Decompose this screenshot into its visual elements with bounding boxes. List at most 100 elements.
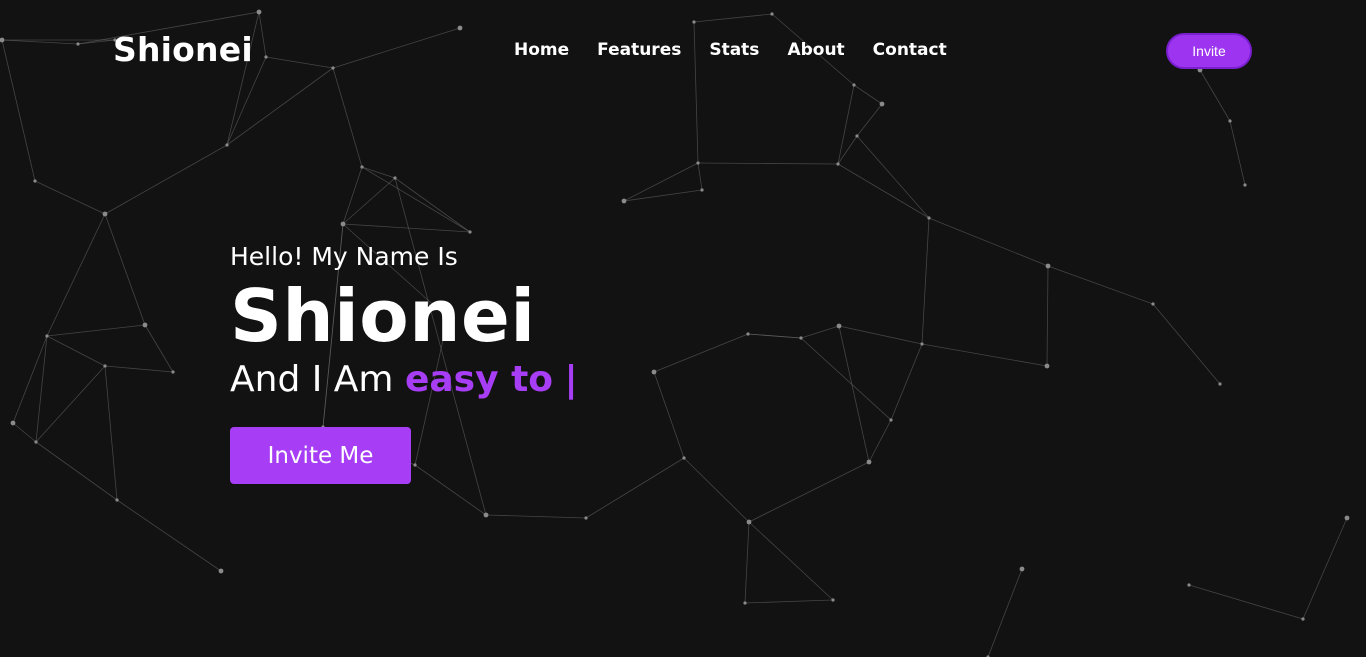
particle-link [12, 335, 48, 424]
particle-node [584, 516, 588, 520]
particle-link [104, 144, 228, 215]
particle-node [102, 211, 108, 217]
particle-node [1044, 363, 1050, 369]
particle-node [264, 55, 268, 59]
particle-node [852, 83, 856, 87]
particle-node [393, 176, 397, 180]
particle-node [621, 198, 627, 204]
particle-link [1302, 517, 1348, 620]
particle-link [838, 325, 870, 463]
particle-link [104, 365, 118, 501]
particle-node [1019, 566, 1025, 572]
particle-node [45, 334, 49, 338]
particle-node [33, 179, 37, 183]
particle-link [144, 324, 174, 373]
particle-link [342, 223, 471, 233]
particle-node [836, 162, 840, 166]
particle-node [879, 101, 885, 107]
particle-node [1228, 119, 1232, 123]
particle-link [35, 335, 48, 443]
typing-cursor: | [564, 359, 578, 400]
particle-link [485, 514, 587, 519]
particle-node [340, 221, 346, 227]
particle-link [258, 11, 267, 58]
particle-link [116, 499, 222, 572]
particle-node [0, 37, 5, 43]
hero-title: Shionei [230, 274, 536, 358]
particle-link [748, 521, 834, 601]
particle-link [46, 324, 146, 337]
hero-greeting: Hello! My Name Is [230, 242, 458, 271]
particle-node [1045, 263, 1051, 269]
particle-node [1344, 515, 1350, 521]
page-background: Shionei Home Features Stats About Contac… [0, 0, 1366, 657]
particle-link [868, 419, 892, 463]
particle-node [115, 498, 119, 502]
particle-node [866, 459, 872, 465]
particle-node [920, 342, 924, 346]
particle-link [856, 135, 930, 219]
particle-link [1229, 120, 1246, 186]
particle-node [682, 456, 686, 460]
particle-link [104, 213, 146, 326]
particle-link [623, 189, 703, 202]
particle-link [35, 441, 118, 501]
particle-link [838, 325, 923, 345]
particle-node [1187, 583, 1191, 587]
particle-node [34, 440, 38, 444]
particle-link [332, 27, 461, 69]
particle-link [921, 343, 1048, 367]
particle-link [35, 365, 106, 443]
nav-contact-link[interactable]: Contact [873, 40, 947, 60]
particle-link [890, 343, 923, 421]
particle-link [12, 422, 37, 443]
particle-link [837, 163, 930, 219]
particle-node [770, 12, 774, 16]
particle-link [853, 84, 883, 105]
particle-node [76, 42, 80, 46]
particle-node [1243, 183, 1247, 187]
particle-link [744, 521, 750, 604]
nav-about-link[interactable]: About [787, 40, 844, 60]
main-nav: Home Features Stats About Contact [514, 40, 975, 60]
particle-node [483, 512, 489, 518]
tagline-prefix: And I Am [230, 359, 394, 400]
particle-node [836, 323, 842, 329]
brand-logo[interactable]: Shionei [113, 30, 253, 69]
particle-link [800, 325, 840, 339]
invite-me-button[interactable]: Invite Me [230, 427, 411, 484]
particle-node [1151, 302, 1155, 306]
particle-link [332, 67, 363, 168]
particle-node [457, 25, 463, 31]
particle-link [653, 333, 749, 373]
particle-node [927, 216, 931, 220]
particle-link [697, 162, 703, 191]
nav-home-link[interactable]: Home [514, 40, 569, 60]
particle-network-background [0, 9, 1350, 657]
particle-link [928, 217, 1049, 267]
particle-node [171, 370, 175, 374]
particle-node [360, 165, 364, 169]
particle-node [331, 66, 335, 70]
particle-link [1188, 584, 1304, 620]
nav-stats-link[interactable]: Stats [709, 40, 759, 60]
particle-node [468, 230, 472, 234]
particle-link [800, 337, 892, 421]
particle-node [799, 336, 803, 340]
particle-node [10, 420, 16, 426]
particle-link [747, 333, 802, 339]
particle-link [46, 213, 106, 337]
particle-link [1, 39, 36, 182]
invite-header-button[interactable]: Invite [1166, 33, 1252, 69]
particle-link [693, 13, 773, 23]
particle-node [746, 332, 750, 336]
particle-node [225, 143, 229, 147]
particle-node [855, 134, 859, 138]
particle-link [1047, 265, 1154, 305]
particle-link [987, 568, 1023, 657]
particle-link [265, 56, 334, 69]
particle-link [697, 162, 839, 165]
nav-features-link[interactable]: Features [597, 40, 681, 60]
particle-node [700, 188, 704, 192]
particle-link [744, 599, 834, 604]
